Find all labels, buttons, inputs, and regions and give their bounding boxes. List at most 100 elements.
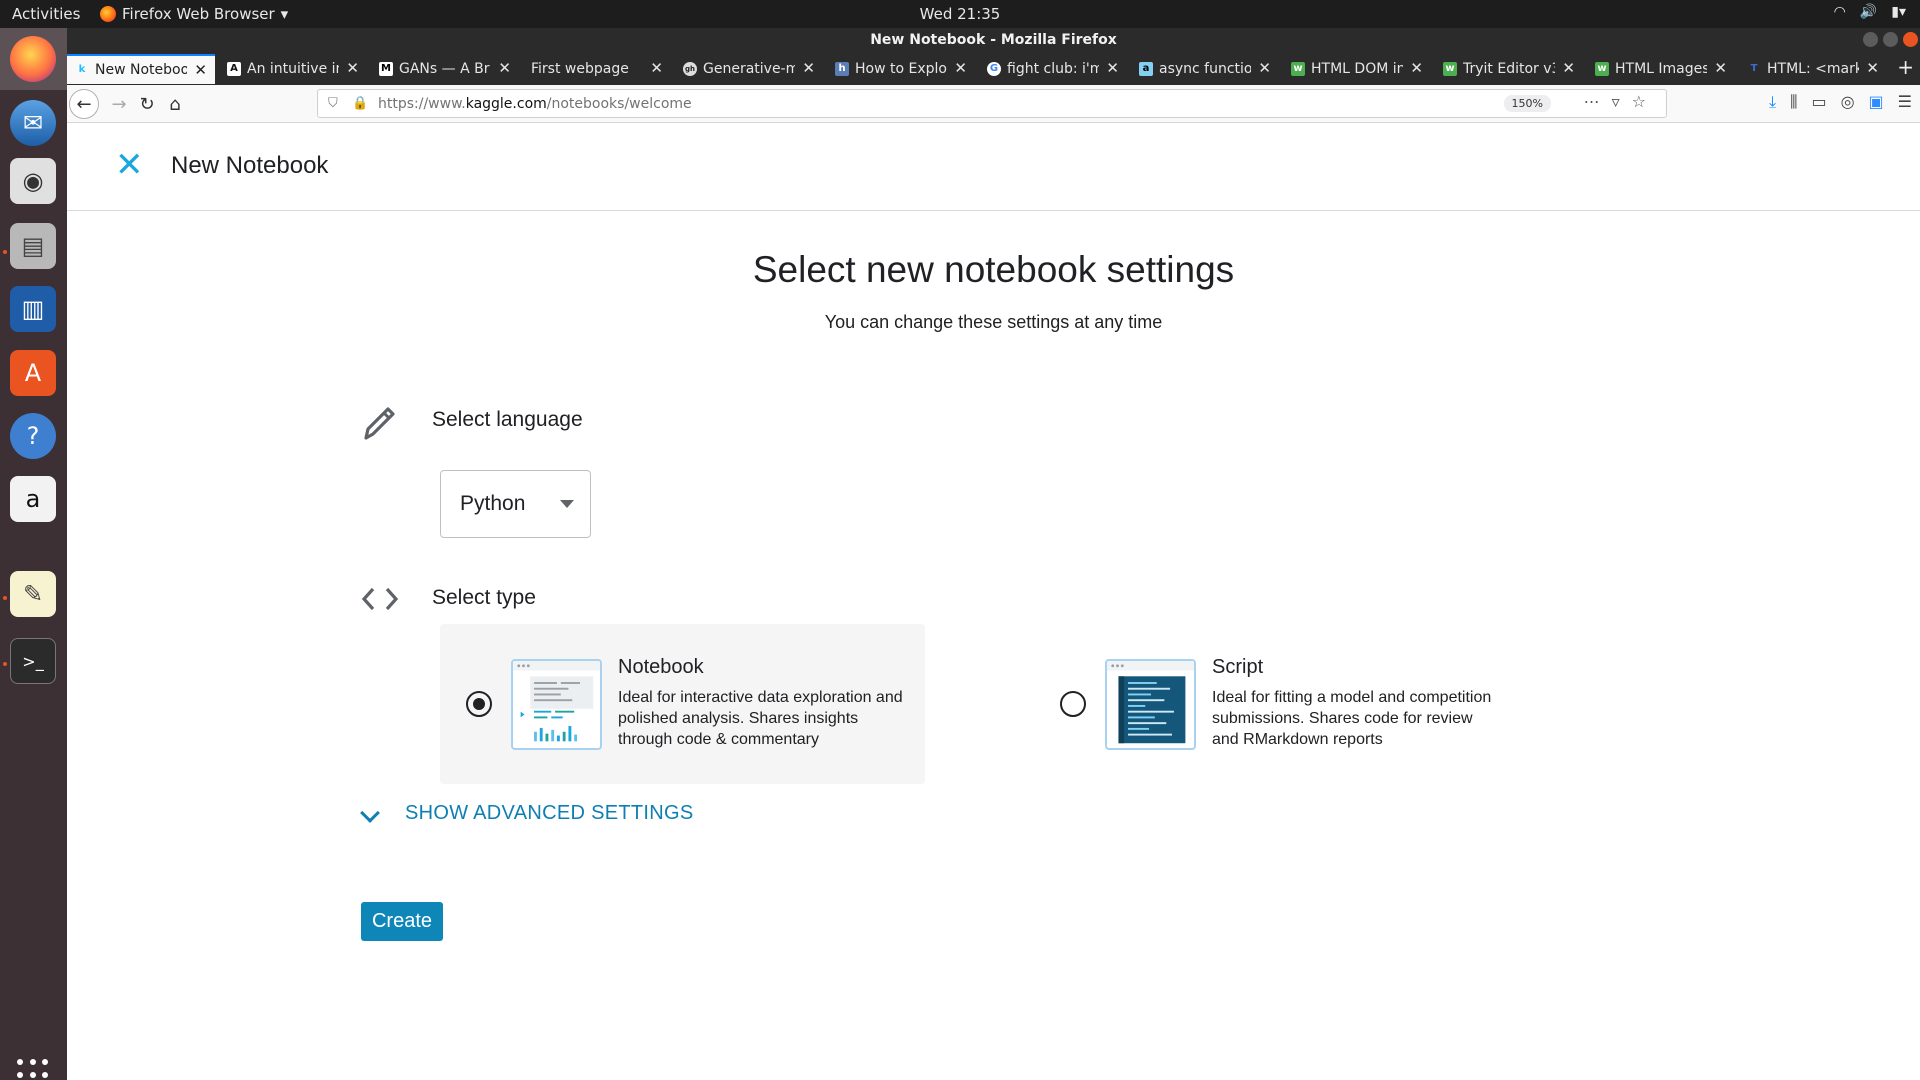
window-title: New Notebook - Mozilla Firefox (870, 32, 1117, 48)
tab-fight-club[interactable]: G fight club: i'm ✕ (979, 54, 1127, 84)
new-tab-icon[interactable]: + (1897, 55, 1914, 79)
radio-selected-dot (473, 698, 485, 710)
page-title: New Notebook (171, 152, 329, 179)
extension-icon[interactable]: ▣ (1869, 92, 1884, 112)
close-tab-icon[interactable]: ✕ (1562, 59, 1575, 77)
tab-title: Generative-m (703, 61, 795, 77)
wifi-icon[interactable]: ◠ (1834, 4, 1846, 20)
show-applications-icon[interactable] (17, 1059, 49, 1080)
running-indicator (3, 662, 7, 666)
close-tab-icon[interactable]: ✕ (1714, 59, 1727, 77)
close-tab-icon[interactable]: ✕ (954, 59, 967, 77)
rhythmbox-icon[interactable]: ◉ (10, 158, 56, 204)
tab-title: An intuitive in (247, 61, 339, 77)
create-button[interactable]: Create (361, 902, 443, 941)
tab-html-images[interactable]: w HTML Images ✕ (1587, 54, 1735, 84)
forward-arrow-icon[interactable]: → (107, 92, 131, 116)
thunderbird-icon[interactable]: ✉ (10, 100, 56, 146)
url-host: kaggle.com (465, 95, 547, 112)
tab-title: HTML DOM in (1311, 61, 1403, 77)
lock-icon[interactable]: 🔒 (352, 96, 368, 111)
minimize-icon[interactable] (1863, 32, 1878, 47)
terminal-icon[interactable]: >_ (10, 638, 56, 684)
tab-generative[interactable]: gh Generative-m ✕ (675, 54, 823, 84)
script-description: Ideal for fitting a model and competitio… (1212, 689, 1492, 748)
system-tray[interactable]: ◠ 🔊 ▮▾ (1834, 4, 1906, 20)
close-tab-icon[interactable]: ✕ (346, 59, 359, 77)
kaggle-favicon-icon: k (78, 64, 86, 75)
github-favicon-icon: gh (683, 62, 697, 76)
close-tab-icon[interactable]: ✕ (802, 59, 815, 77)
page-header: ✕ New Notebook (67, 124, 1920, 211)
files-icon[interactable]: ▤ (10, 223, 56, 269)
tab-first-webpage[interactable]: First webpage ✕ (523, 54, 671, 84)
close-tab-icon[interactable]: ✕ (194, 61, 207, 79)
close-tab-icon[interactable]: ✕ (1866, 59, 1879, 77)
text-editor-icon[interactable]: ✎ (10, 571, 56, 617)
maximize-icon[interactable] (1883, 32, 1898, 47)
notebook-title: Notebook (618, 656, 704, 678)
page-actions[interactable]: ⋯▿☆ (1584, 92, 1658, 111)
analytics-favicon-icon: A (227, 62, 241, 76)
type-section: Select type (360, 584, 536, 614)
zoom-indicator[interactable]: 150% (1503, 95, 1551, 112)
tab-html-mark[interactable]: T HTML: <mark ✕ (1739, 54, 1887, 84)
sidebar-icon[interactable]: ▭ (1811, 92, 1826, 112)
google-favicon-icon: G (987, 62, 1001, 76)
w3schools-favicon-icon: w (1595, 62, 1609, 76)
bookmark-star-icon[interactable]: ☆ (1632, 92, 1658, 111)
script-radio[interactable] (1060, 691, 1086, 717)
language-select[interactable]: Python (440, 470, 591, 538)
shield-icon[interactable]: ⛉ (328, 96, 338, 111)
script-thumbnail-icon (1105, 659, 1196, 750)
mdn-favicon-icon: a (1139, 62, 1153, 76)
tab-strip: k New Notebook ✕ A An intuitive in ✕ M G… (67, 52, 1920, 85)
menu-icon[interactable]: ☰ (1898, 92, 1912, 112)
type-option-notebook[interactable]: Notebook Ideal for interactive data expl… (440, 624, 925, 784)
close-icon[interactable]: ✕ (115, 148, 144, 182)
tab-how-to-explore[interactable]: h How to Explo ✕ (827, 54, 975, 84)
writer-icon[interactable]: ▥ (10, 286, 56, 332)
tab-title: HTML Images (1615, 61, 1707, 77)
close-window-icon[interactable] (1903, 32, 1918, 47)
type-option-script[interactable]: Script Ideal for fitting a model and com… (1034, 624, 1519, 784)
pocket-icon[interactable]: ▿ (1612, 92, 1632, 111)
home-icon[interactable]: ⌂ (163, 92, 187, 116)
close-tab-icon[interactable]: ✕ (650, 59, 663, 77)
library-icon[interactable]: ⫼ (1790, 92, 1797, 112)
tab-title: Tryit Editor v3 (1463, 61, 1555, 77)
tab-tryit-editor[interactable]: w Tryit Editor v3 ✕ (1435, 54, 1583, 84)
back-arrow-icon[interactable]: ← (69, 89, 99, 119)
clock[interactable]: Wed 21:35 (0, 5, 1920, 23)
firefox-window: New Notebook - Mozilla Firefox k New Not… (67, 28, 1920, 1080)
battery-icon[interactable]: ▮▾ (1891, 4, 1906, 20)
software-center-icon[interactable]: A (10, 350, 56, 396)
help-icon[interactable]: ? (10, 413, 56, 459)
type-label: Select type (432, 586, 536, 609)
close-tab-icon[interactable]: ✕ (1106, 59, 1119, 77)
tab-gans[interactable]: M GANs — A Br ✕ (371, 54, 519, 84)
firefox-icon[interactable] (10, 36, 56, 82)
script-title: Script (1212, 656, 1264, 678)
notebook-radio[interactable] (466, 691, 492, 717)
language-value: Python (460, 492, 526, 515)
close-tab-icon[interactable]: ✕ (498, 59, 511, 77)
close-tab-icon[interactable]: ✕ (1410, 59, 1423, 77)
tab-intuitive[interactable]: A An intuitive in ✕ (219, 54, 367, 84)
address-bar[interactable]: ⛉ 🔒 https://www. kaggle.com/notebooks/wel… (317, 89, 1667, 118)
tab-html-dom[interactable]: w HTML DOM in ✕ (1283, 54, 1431, 84)
more-actions-icon[interactable]: ⋯ (1584, 92, 1612, 111)
site-favicon-icon: h (835, 62, 849, 76)
amazon-icon[interactable]: a (10, 476, 56, 522)
window-titlebar: New Notebook - Mozilla Firefox (67, 28, 1920, 52)
tab-async-function[interactable]: a async functio ✕ (1131, 54, 1279, 84)
reload-icon[interactable]: ↻ (135, 92, 159, 116)
tab-new-notebook[interactable]: k New Notebook ✕ (67, 54, 215, 84)
downloads-icon[interactable]: ⤓ (1769, 92, 1776, 112)
close-tab-icon[interactable]: ✕ (1258, 59, 1271, 77)
tab-title: How to Explo (855, 61, 947, 77)
advanced-settings-label: SHOW ADVANCED SETTINGS (405, 802, 694, 824)
account-icon[interactable]: ◎ (1841, 92, 1855, 112)
show-advanced-settings-toggle[interactable]: SHOW ADVANCED SETTINGS (360, 802, 693, 824)
volume-icon[interactable]: 🔊 (1860, 4, 1877, 20)
